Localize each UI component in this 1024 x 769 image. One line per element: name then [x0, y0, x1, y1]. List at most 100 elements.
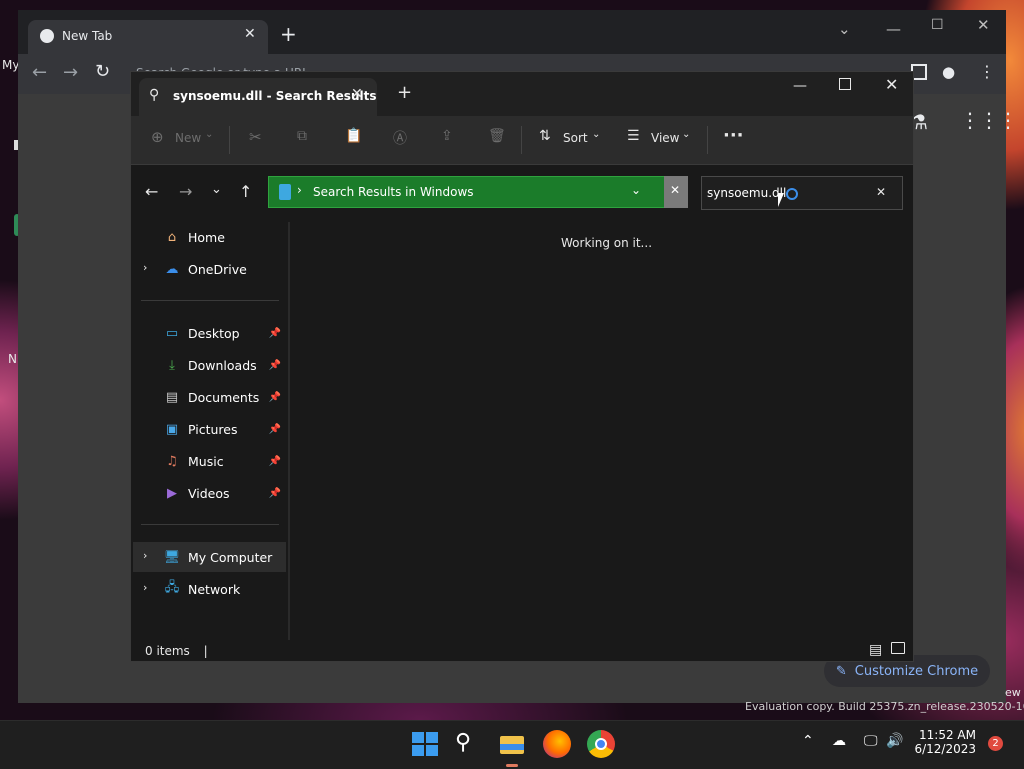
view-button[interactable]: View — [651, 131, 679, 145]
details-view-icon[interactable]: ▤ — [869, 642, 882, 658]
view-icon: ☰ — [627, 128, 640, 144]
desktop-edge-text: ew — [1005, 686, 1021, 699]
chevron-right-icon[interactable]: › — [143, 549, 147, 562]
rename-icon[interactable]: Ⓐ — [393, 128, 407, 148]
sidebar-item-label: My Computer — [188, 549, 273, 565]
onedrive-offline-icon[interactable]: ☁ — [832, 733, 846, 749]
share-icon[interactable]: ⇪ — [441, 128, 453, 144]
sidebar-item-label: OneDrive — [188, 261, 247, 277]
new-tab-icon[interactable]: + — [280, 24, 297, 44]
breadcrumb[interactable]: Search Results in Windows — [313, 185, 474, 199]
maximize-icon[interactable]: ☐ — [931, 17, 944, 33]
chevron-right-icon[interactable]: › — [143, 261, 147, 274]
sidebar-item-network[interactable]: › 🖧 Network — [133, 574, 283, 604]
recent-locations-icon[interactable]: ⌄ — [211, 182, 222, 197]
pin-icon: 📌 — [268, 455, 281, 467]
sidebar-item-downloads[interactable]: ⤓ Downloads 📌 — [133, 350, 283, 380]
windows-logo-icon — [412, 732, 424, 743]
video-icon: ▶ — [167, 485, 177, 501]
results-pane: Working on it... — [291, 222, 913, 640]
more-options-icon[interactable]: ··· — [723, 125, 744, 146]
address-bar[interactable]: › Search Results in Windows ⌄ — [268, 176, 688, 208]
sort-button[interactable]: Sort — [563, 131, 588, 145]
search-results-folder-icon — [279, 184, 291, 200]
pin-icon: 📌 — [268, 423, 281, 435]
volume-icon[interactable]: 🔊 — [886, 733, 903, 749]
maximize-icon[interactable] — [839, 78, 851, 90]
apps-grid-icon[interactable]: ⋮⋮⋮ — [960, 108, 1018, 132]
search-input-value: synsoemu.dll — [707, 186, 787, 200]
forward-icon[interactable]: → — [179, 182, 192, 201]
chevron-right-icon[interactable]: › — [143, 581, 147, 594]
firefox-icon[interactable] — [543, 730, 571, 758]
chevron-down-icon: ⌄ — [592, 129, 601, 140]
minimize-icon[interactable]: — — [793, 78, 807, 94]
sidebar-item-desktop[interactable]: ▭ Desktop 📌 — [133, 318, 283, 348]
new-button[interactable]: New — [175, 131, 201, 145]
minimize-icon[interactable]: — — [886, 20, 901, 38]
customize-chrome-label: Customize Chrome — [854, 663, 979, 679]
system-clock[interactable]: 11:52 AM 6/12/2023 — [912, 728, 976, 756]
tiles-view-icon[interactable] — [891, 642, 905, 654]
picture-icon: ▣ — [165, 421, 179, 437]
delete-icon[interactable]: 🗑 — [488, 128, 506, 144]
chrome-taskbar-icon[interactable] — [587, 730, 615, 758]
close-icon[interactable]: ✕ — [977, 16, 990, 34]
address-clear-button[interactable]: ✕ — [664, 176, 688, 208]
sidebar-item-onedrive[interactable]: › ☁ OneDrive — [133, 254, 283, 284]
breadcrumb-separator-icon: › — [297, 183, 302, 197]
active-indicator — [506, 764, 518, 767]
file-explorer-taskbar-icon[interactable] — [498, 730, 526, 767]
sidebar-item-my-computer[interactable]: › 🖥 My Computer — [133, 542, 286, 572]
sidebar-item-music[interactable]: ♫ Music 📌 — [133, 446, 283, 476]
close-icon[interactable]: ✕ — [351, 86, 363, 102]
copy-icon[interactable]: ⧉ — [297, 128, 307, 144]
loading-spinner-icon — [786, 188, 798, 200]
forward-icon[interactable]: → — [63, 62, 78, 83]
explorer-tab[interactable]: ⚲ synsoemu.dll - Search Results ✕ — [139, 78, 377, 116]
sidebar-item-label: Music — [188, 453, 224, 469]
pin-icon: 📌 — [268, 359, 281, 371]
back-icon[interactable]: ← — [32, 62, 47, 83]
sidebar-item-label: Videos — [188, 485, 230, 501]
sidebar-item-videos[interactable]: ▶ Videos 📌 — [133, 478, 283, 508]
folder-stripe — [500, 744, 524, 750]
sidebar-item-label: Downloads — [188, 357, 257, 373]
sidebar-item-home[interactable]: ⌂ Home — [133, 222, 283, 252]
sidebar-item-label: Desktop — [188, 325, 240, 341]
close-icon[interactable]: ✕ — [244, 26, 256, 42]
back-icon[interactable]: ← — [145, 182, 158, 201]
profile-icon[interactable]: ● — [942, 63, 955, 81]
pin-icon: 📌 — [268, 327, 281, 339]
desktop-icon-label-n[interactable]: N — [8, 352, 17, 366]
start-button[interactable] — [410, 730, 438, 758]
cut-icon[interactable]: ✂ — [249, 128, 262, 146]
network-icon: 🖧 — [164, 580, 180, 595]
paste-icon[interactable]: 📋 — [345, 128, 362, 144]
new-tab-icon[interactable]: + — [397, 84, 412, 102]
close-icon[interactable]: ✕ — [876, 185, 886, 199]
chrome-tab[interactable]: New Tab ✕ — [28, 20, 268, 54]
chrome-icon — [40, 29, 54, 43]
close-icon[interactable]: ✕ — [885, 75, 898, 94]
chevron-down-icon[interactable]: ⌄ — [838, 20, 851, 38]
search-icon[interactable]: ⚲ — [455, 730, 483, 758]
reload-icon[interactable]: ↻ — [95, 61, 110, 82]
desktop-icon-label-my[interactable]: My — [2, 58, 19, 72]
search-input[interactable]: synsoemu.dll ✕ — [701, 176, 903, 210]
notification-badge[interactable]: 2 — [988, 736, 1003, 751]
sidebar-item-label: Network — [188, 581, 241, 597]
divider — [141, 300, 279, 301]
sidebar-item-pictures[interactable]: ▣ Pictures 📌 — [133, 414, 283, 444]
network-status-icon[interactable]: 🖵 — [864, 733, 878, 749]
more-menu-icon[interactable]: ⋮ — [979, 62, 995, 81]
chevron-down-icon: ⌄ — [682, 129, 691, 140]
chrome-tab-title: New Tab — [62, 29, 113, 43]
sort-icon: ⇅ — [539, 128, 551, 144]
chevron-down-icon[interactable]: ⌄ — [631, 183, 641, 197]
status-bar: 0 items | — [145, 644, 208, 658]
pane-splitter[interactable] — [288, 222, 290, 640]
sidebar-item-documents[interactable]: ▤ Documents 📌 — [133, 382, 283, 412]
chevron-up-icon[interactable]: ⌃ — [802, 733, 814, 749]
up-icon[interactable]: ↑ — [239, 182, 252, 201]
